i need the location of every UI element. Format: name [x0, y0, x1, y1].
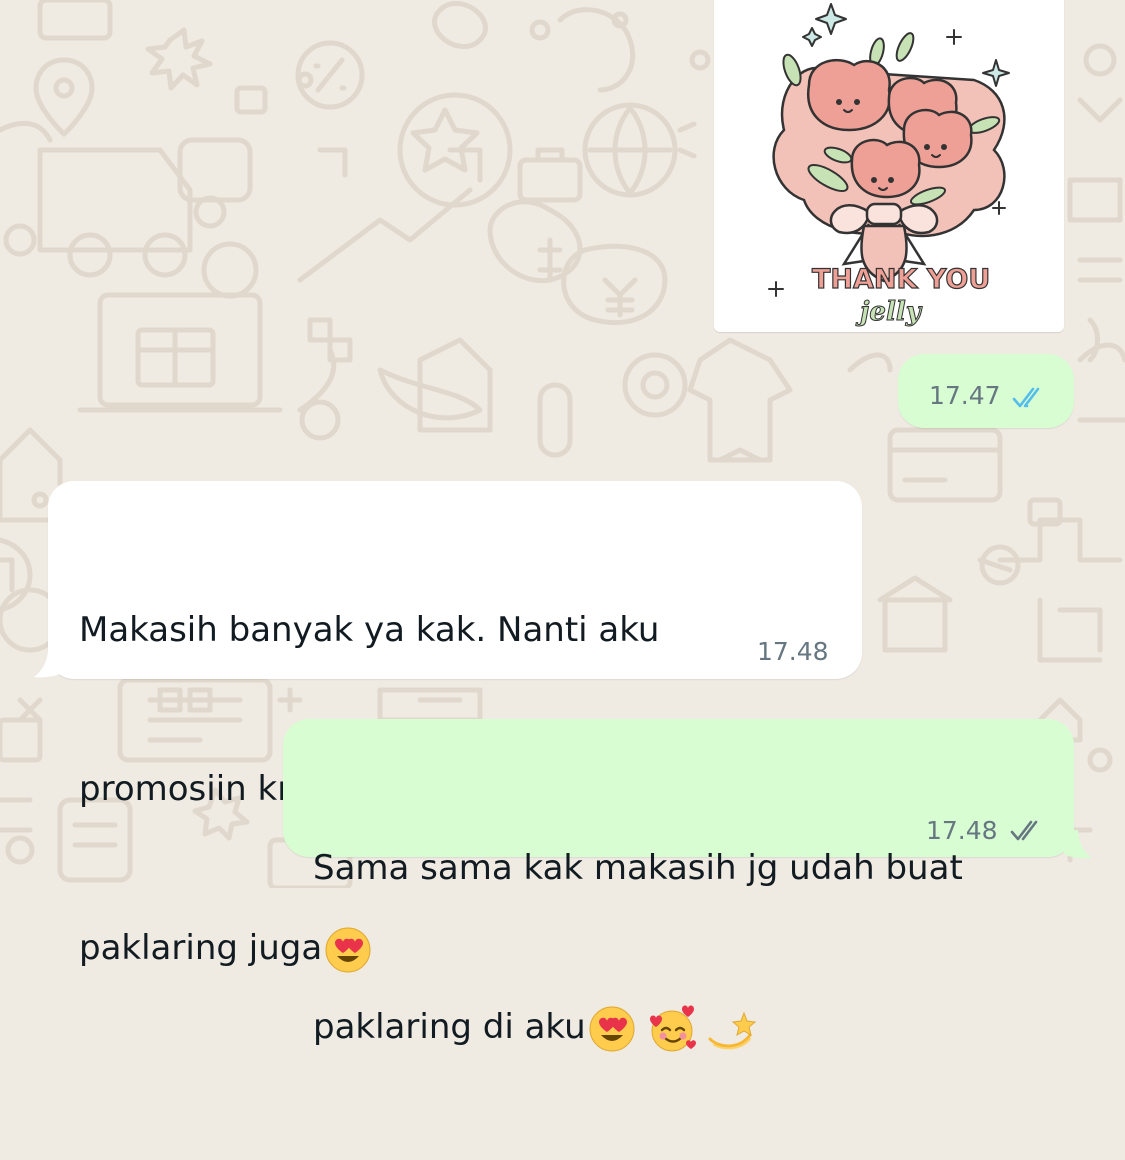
sticker-subtitle: jelly [855, 297, 923, 327]
message-line: Sama sama kak makasih jg udah buat [313, 848, 963, 888]
message-line: paklaring di aku [313, 1001, 963, 1054]
outgoing-bubble-tail [1064, 830, 1092, 859]
thank-you-sticker[interactable]: THANK YOU jelly [714, 0, 1064, 332]
message-text: Sama sama kak makasih jg udah buat pakla… [313, 736, 963, 1160]
outgoing-message-bubble[interactable]: Sama sama kak makasih jg udah buat pakla… [283, 719, 1074, 1051]
sticker-title: THANK YOU [812, 264, 990, 295]
incoming-message-bubble[interactable]: Makasih banyak ya kak. Nanti aku promosi… [48, 481, 862, 972]
heart-eyes-emoji [589, 1006, 635, 1051]
flower-bouquet-illustration: THANK YOU jelly [768, 3, 1010, 328]
message-time: 17.48 [926, 816, 998, 845]
message-time: 17.47 [929, 381, 1001, 410]
incoming-bubble-tail [34, 649, 62, 678]
dizzy-emoji [708, 1011, 756, 1049]
smiling-face-with-hearts-emoji [649, 1004, 696, 1051]
delivered-double-check-icon [1010, 820, 1038, 841]
message-line: Makasih banyak ya kak. Nanti aku [79, 610, 660, 650]
outgoing-message-sticker-meta[interactable]: 17.47 [898, 354, 1074, 428]
read-double-check-icon [1012, 387, 1040, 408]
message-time: 17.48 [757, 637, 829, 666]
